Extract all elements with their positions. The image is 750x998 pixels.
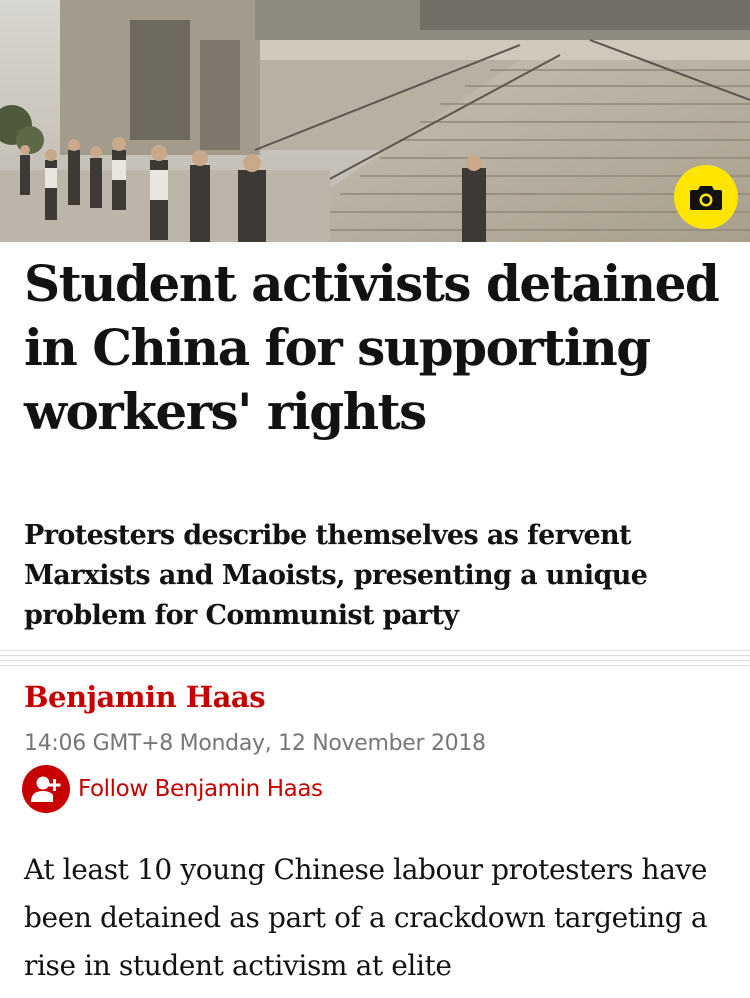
hero-image[interactable] <box>0 0 750 242</box>
camera-button[interactable] <box>674 165 738 229</box>
camera-icon <box>690 186 722 210</box>
article-body: At least 10 young Chinese labour protest… <box>24 853 708 982</box>
section-divider <box>0 650 750 670</box>
add-person-icon <box>22 765 70 813</box>
author-byline[interactable]: Benjamin Haas <box>24 680 266 714</box>
publish-timestamp: 14:06 GMT+8 Monday, 12 November 2018 <box>24 731 486 756</box>
follow-author-label: Follow Benjamin Haas <box>78 776 323 802</box>
follow-author-button[interactable]: Follow Benjamin Haas <box>22 765 323 813</box>
hero-photo <box>0 0 750 242</box>
article-headline: Student activists detained in China for … <box>24 254 720 441</box>
article-standfirst: Protesters describe themselves as ferven… <box>24 520 648 631</box>
